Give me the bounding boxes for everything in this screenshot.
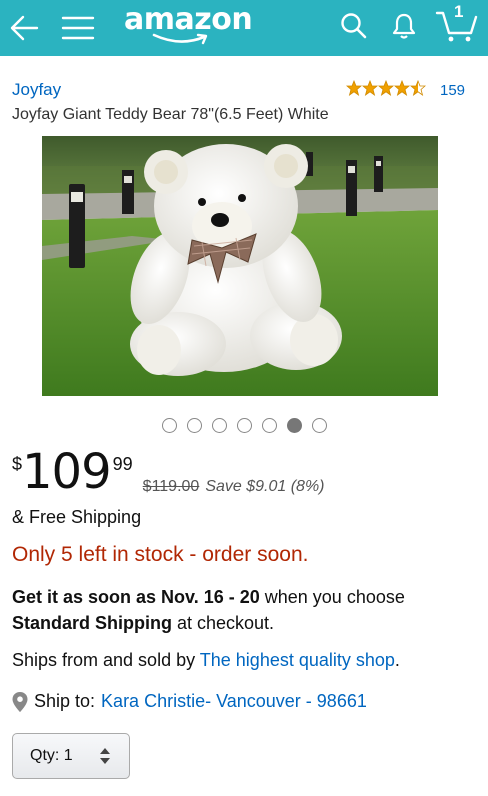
carousel-dot[interactable] xyxy=(161,418,177,433)
ships-from-suffix: . xyxy=(394,650,400,670)
ship-to-line[interactable]: Ship to: Kara Christie- Vancouver - 9866… xyxy=(12,691,367,712)
back-arrow-icon[interactable] xyxy=(6,10,42,46)
carousel-dot[interactable] xyxy=(286,418,302,433)
delivery-suffix: at checkout. xyxy=(172,613,275,633)
price-block: $ 109 99 $119.00 Save $9.01 (8%) xyxy=(12,446,325,502)
image-carousel-indicator[interactable] xyxy=(0,418,488,433)
carousel-dot[interactable] xyxy=(186,418,202,433)
ships-from-prefix: Ships from and sold by xyxy=(12,650,200,670)
ship-to-address-link[interactable]: Kara Christie- Vancouver - 98661 xyxy=(101,691,367,712)
quantity-selector[interactable]: Qty: 1 xyxy=(12,733,130,779)
star-rating-icon xyxy=(346,80,426,100)
carousel-dot[interactable] xyxy=(261,418,277,433)
amazon-smile-icon xyxy=(152,33,208,45)
review-count[interactable]: 159 xyxy=(440,82,465,99)
rating-summary[interactable]: 159 xyxy=(346,80,465,100)
carousel-dot[interactable] xyxy=(211,418,227,433)
price-whole: 109 xyxy=(22,444,112,500)
quantity-label: Qty: xyxy=(30,747,60,764)
seller-link[interactable]: The highest quality shop xyxy=(200,650,395,670)
cart-count-badge: 1 xyxy=(454,2,464,21)
product-title: Joyfay Giant Teddy Bear 78"(6.5 Feet) Wh… xyxy=(12,106,329,123)
top-navigation-bar: amazon 1 xyxy=(0,0,488,56)
product-image[interactable] xyxy=(42,136,438,396)
delivery-date: Get it as soon as Nov. 16 - 20 xyxy=(12,587,260,607)
location-pin-icon xyxy=(12,691,28,712)
quantity-value: 1 xyxy=(63,747,73,764)
price-currency: $ xyxy=(12,454,23,474)
stock-warning: Only 5 left in stock - order soon. xyxy=(12,543,309,566)
carousel-dot[interactable] xyxy=(311,418,327,433)
ship-to-label: Ship to: xyxy=(34,691,96,711)
list-price: $119.00 xyxy=(142,478,200,495)
carousel-dot[interactable] xyxy=(236,418,252,433)
shipping-method: Standard Shipping xyxy=(12,613,172,633)
hamburger-menu-icon[interactable] xyxy=(58,10,98,46)
delivery-connector: when you choose xyxy=(259,587,405,607)
up-down-arrows-icon xyxy=(100,748,110,764)
ships-from-line: Ships from and sold by The highest quali… xyxy=(12,650,400,671)
savings-text: Save $9.01 (8%) xyxy=(205,478,325,495)
brand-link[interactable]: Joyfay xyxy=(12,80,61,100)
free-shipping-label: & Free Shipping xyxy=(12,507,142,527)
price-cents: 99 xyxy=(112,454,133,474)
search-icon[interactable] xyxy=(336,8,372,44)
delivery-estimate: Get it as soon as Nov. 16 - 20 when you … xyxy=(12,584,476,636)
notification-bell-icon[interactable] xyxy=(386,8,422,44)
